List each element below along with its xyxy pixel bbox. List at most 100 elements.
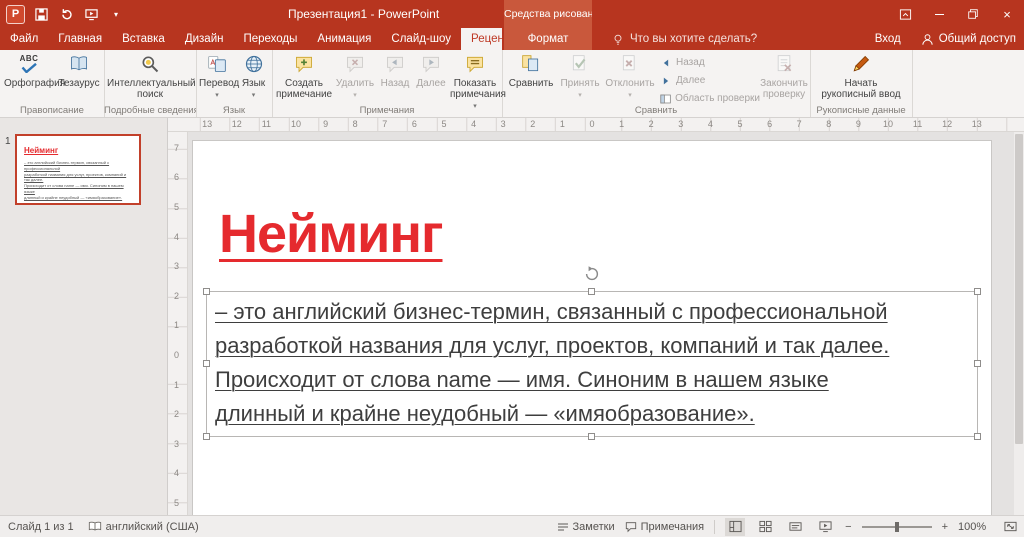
tab-transitions[interactable]: Переходы <box>233 28 307 50</box>
spelling-button[interactable]: ABC Орфография <box>4 52 65 90</box>
fit-slide-button[interactable] <box>1000 518 1020 536</box>
tab-review[interactable]: Рецензирование <box>461 28 502 50</box>
tab-insert[interactable]: Вставка <box>112 28 175 50</box>
smart-lookup-button[interactable]: Интеллектуальный поиск <box>107 52 196 100</box>
show-comments-button[interactable]: Показать примечания ▾ <box>450 52 506 112</box>
tab-design[interactable]: Дизайн <box>175 28 234 50</box>
accept-button[interactable]: Принять ▾ <box>558 52 602 100</box>
tab-animations[interactable]: Анимация <box>307 28 381 50</box>
tab-slideshow[interactable]: Слайд-шоу <box>381 28 461 50</box>
sign-in-button[interactable]: Вход <box>875 33 901 45</box>
compare-icon <box>521 52 541 76</box>
resize-handle-nw[interactable] <box>203 288 210 295</box>
ruler-number: 1 <box>174 320 180 331</box>
scrollbar-thumb[interactable] <box>1015 134 1023 444</box>
minimize-button[interactable] <box>922 0 956 28</box>
arrow-right-icon <box>663 77 669 84</box>
ruler-number: 3 <box>678 119 684 129</box>
comment-icon <box>625 521 636 532</box>
zoom-in-button[interactable]: + <box>942 521 948 533</box>
reject-button[interactable]: Отклонить ▾ <box>604 52 656 100</box>
save-button[interactable] <box>32 2 50 26</box>
language-icon <box>244 52 264 76</box>
dropdown-arrow-icon: ▾ <box>628 92 632 100</box>
reviewing-pane-button[interactable]: Область проверки <box>660 91 760 106</box>
group-label-language: Язык <box>222 105 246 116</box>
ruler-number: 9 <box>855 119 861 129</box>
comments-button[interactable]: Примечания <box>625 521 704 533</box>
ruler-number: 5 <box>174 498 180 508</box>
ribbon-display-options-button[interactable] <box>888 0 922 28</box>
slide[interactable]: Нейминг – это английский бизнес-термин, … <box>192 140 992 515</box>
compare-previous-button[interactable]: Назад <box>660 55 760 70</box>
resize-handle-ne[interactable] <box>974 288 981 295</box>
ruler-number: 7 <box>796 119 802 129</box>
close-button[interactable]: × <box>990 0 1024 28</box>
end-review-icon <box>774 52 794 76</box>
previous-comment-button[interactable]: Назад <box>378 52 412 89</box>
start-inking-button[interactable]: Начать рукописный ввод <box>819 52 903 100</box>
slide-sorter-view-button[interactable] <box>755 518 775 536</box>
restore-button[interactable] <box>956 0 990 28</box>
delete-comment-button[interactable]: Удалить ▾ <box>334 52 376 100</box>
translate-button[interactable]: Перевод ▾ <box>199 52 239 100</box>
vertical-scrollbar[interactable] <box>1014 132 1024 515</box>
ruler-number: 3 <box>174 261 180 272</box>
slide-body-textbox[interactable]: – это английский бизнес-термин, связанны… <box>203 266 981 440</box>
compare-next-button[interactable]: Далее <box>660 73 760 88</box>
rotation-handle[interactable] <box>584 266 600 282</box>
tell-me-box[interactable]: Что вы хотите сделать? <box>612 28 757 50</box>
language-status[interactable]: английский (США) <box>88 521 199 533</box>
slide-title-text[interactable]: Нейминг <box>219 203 443 265</box>
minimize-icon <box>934 13 944 15</box>
ruler-number: 4 <box>174 231 180 242</box>
normal-view-icon <box>729 520 742 533</box>
tell-me-text: Что вы хотите сделать? <box>630 33 758 45</box>
slide-thumbnail-number: 1 <box>5 136 11 147</box>
customize-qat-button[interactable]: ▾ <box>107 2 125 26</box>
end-review-button[interactable]: Закончить проверку <box>760 52 808 100</box>
ruler-number: 11 <box>261 119 272 129</box>
zoom-level[interactable]: 100% <box>958 521 990 533</box>
resize-handle-s[interactable] <box>588 433 595 440</box>
tab-home[interactable]: Главная <box>48 28 112 50</box>
thumbnail-slide-body: – это английский бизнес-термин, связанны… <box>24 160 127 200</box>
reading-view-button[interactable] <box>785 518 805 536</box>
ruler-number: 10 <box>882 119 894 129</box>
powerpoint-app-icon[interactable]: P <box>6 4 25 24</box>
zoom-slider-thumb[interactable] <box>894 521 899 532</box>
resize-handle-w[interactable] <box>203 360 210 367</box>
spelling-icon: ABC <box>20 52 39 76</box>
ruler-number: 13 <box>971 119 982 129</box>
tab-format[interactable]: Формат <box>504 28 592 50</box>
ruler-number: 13 <box>202 119 213 129</box>
slide-canvas: Нейминг – это английский бизнес-термин, … <box>188 132 1024 515</box>
ribbon: ABC Орфография Тезаурус Правописание Инт… <box>0 50 1024 118</box>
resize-handle-sw[interactable] <box>203 433 210 440</box>
thesaurus-button[interactable]: Тезаурус <box>56 52 102 89</box>
resize-handle-n[interactable] <box>588 288 595 295</box>
resize-handle-se[interactable] <box>974 433 981 440</box>
share-button[interactable]: Общий доступ <box>921 33 1016 46</box>
resize-handle-e[interactable] <box>974 360 981 367</box>
ruler-number: 0 <box>589 119 595 129</box>
zoom-slider[interactable] <box>861 521 932 532</box>
ribbon-tab-row: Файл Главная Вставка Дизайн Переходы Ани… <box>0 28 1024 50</box>
zoom-out-button[interactable]: − <box>845 521 851 533</box>
slide-thumbnail[interactable]: Нейминг – это английский бизнес-термин, … <box>15 134 141 205</box>
start-slideshow-button[interactable] <box>82 2 100 26</box>
slideshow-view-button[interactable] <box>815 518 835 536</box>
undo-button[interactable] <box>57 2 75 26</box>
new-comment-button[interactable]: Создать примечание <box>276 52 332 100</box>
normal-view-button[interactable] <box>725 517 746 536</box>
notes-button[interactable]: Заметки <box>557 521 615 533</box>
ruler-number: 8 <box>826 119 832 129</box>
language-button[interactable]: Язык ▾ <box>237 52 270 100</box>
compare-button[interactable]: Сравнить <box>506 52 556 89</box>
notes-icon <box>557 523 568 530</box>
next-comment-button[interactable]: Далее <box>414 52 448 89</box>
ruler-number: 5 <box>441 119 447 129</box>
ruler-number: 2 <box>174 409 180 420</box>
tab-file[interactable]: Файл <box>0 28 48 50</box>
next-comment-icon <box>421 52 441 76</box>
